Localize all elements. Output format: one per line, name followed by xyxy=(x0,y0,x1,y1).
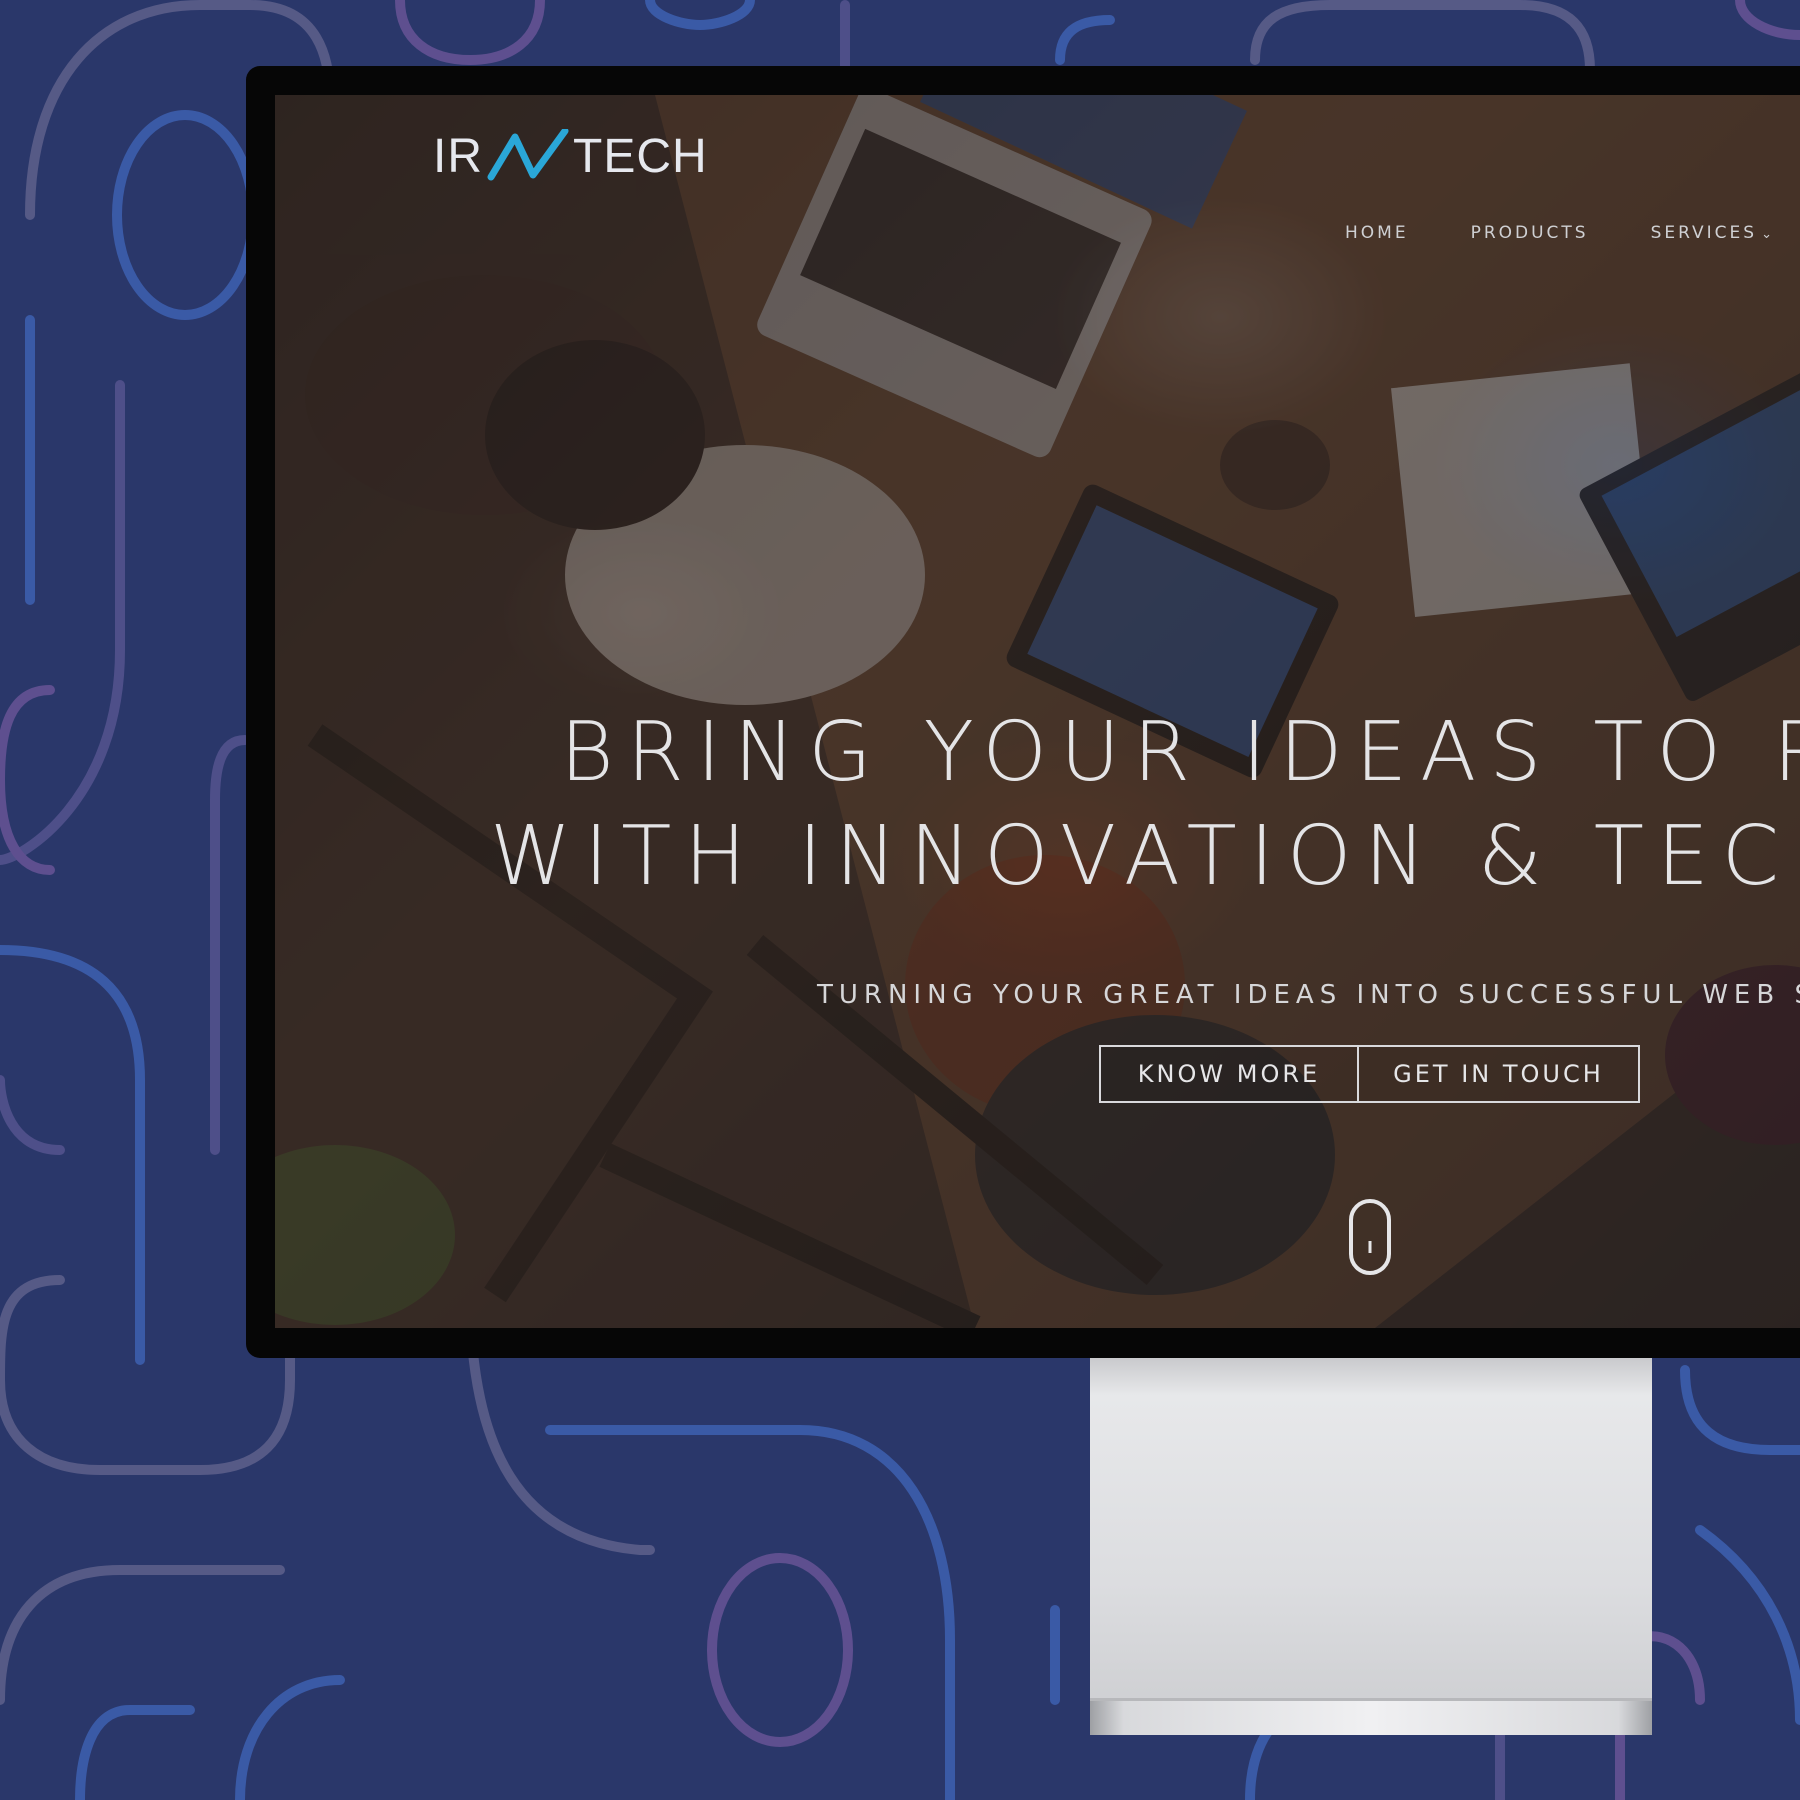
site-logo[interactable]: IR TECH xyxy=(433,121,708,191)
hero-subtitle: TURNING YOUR GREAT IDEAS INTO SUCCESSFUL… xyxy=(817,980,1800,1010)
nav-item-services[interactable]: SERVICES ⌄ xyxy=(1651,223,1772,243)
nav-item-services-label: SERVICES xyxy=(1650,223,1758,243)
get-in-touch-button[interactable]: GET IN TOUCH xyxy=(1357,1045,1640,1103)
website-screen[interactable]: IR TECH HOME PRODUCTS SERVICES ⌄ BRING YO… xyxy=(275,95,1800,1328)
mouse-scroll-icon[interactable] xyxy=(1347,1197,1393,1277)
logo-wave-icon xyxy=(487,129,569,181)
nav-item-home[interactable]: HOME xyxy=(1345,223,1409,243)
nav-item-products[interactable]: PRODUCTS xyxy=(1471,223,1589,243)
main-nav: HOME PRODUCTS SERVICES ⌄ xyxy=(1345,223,1772,243)
chevron-down-icon: ⌄ xyxy=(1761,227,1772,242)
hero-title-line1: BRING YOUR IDEAS TO R xyxy=(560,705,1800,800)
logo-text-left: IR xyxy=(433,129,483,183)
hero-title-line2: WITH INNOVATION & TECH xyxy=(490,809,1800,904)
logo-text-right: TECH xyxy=(573,129,708,183)
know-more-button[interactable]: KNOW MORE xyxy=(1099,1045,1359,1103)
monitor-stand-foot xyxy=(1090,1698,1652,1735)
monitor-stand xyxy=(1090,1358,1652,1732)
